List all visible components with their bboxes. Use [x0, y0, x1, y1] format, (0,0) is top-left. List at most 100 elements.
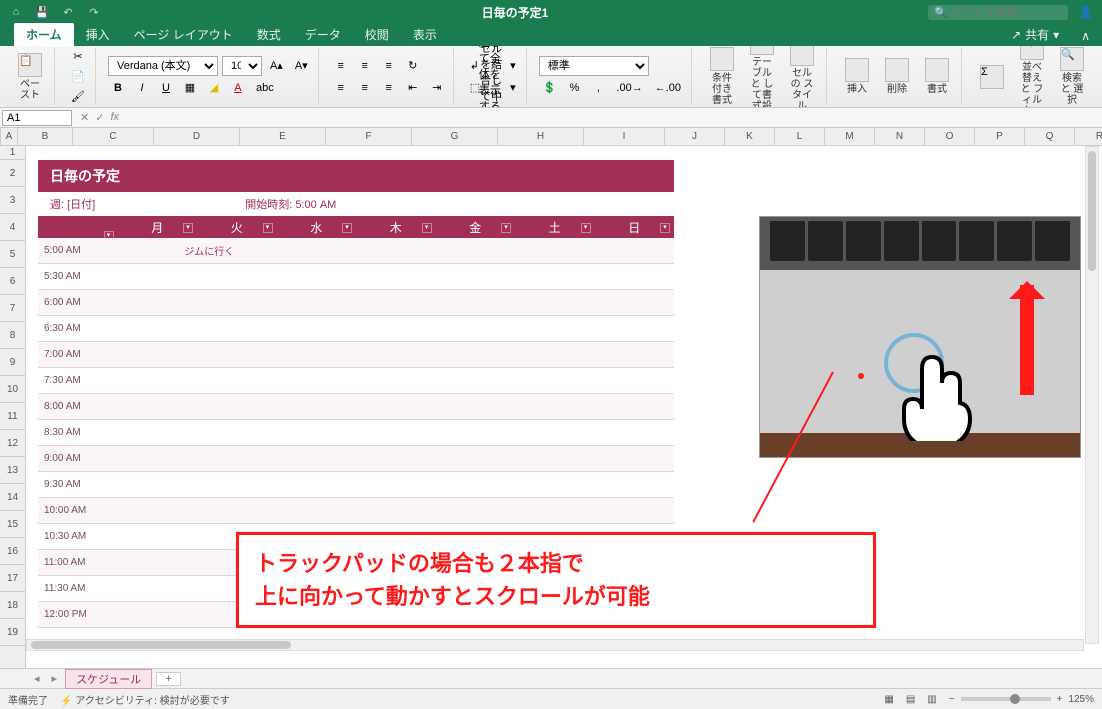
zoom-value[interactable]: 125%: [1068, 694, 1094, 705]
tab-home[interactable]: ホーム: [14, 23, 74, 46]
increase-font-icon[interactable]: A▴: [266, 56, 287, 76]
home-icon[interactable]: ⌂: [8, 4, 24, 20]
schedule-row[interactable]: 6:00 AM: [38, 290, 674, 316]
accessibility-status[interactable]: ⚡ アクセシビリティ: 検討が必要です: [60, 692, 230, 707]
align-left-icon[interactable]: ≡: [331, 78, 351, 98]
font-name-select[interactable]: Verdana (本文): [108, 56, 218, 76]
col-header-K[interactable]: K: [725, 128, 775, 145]
row-header-9[interactable]: 9: [0, 349, 25, 376]
sort-filter-button[interactable]: A↓並べ替えと フィルター: [1014, 46, 1050, 108]
day-header[interactable]: 土▾: [515, 219, 595, 236]
filter-dropdown-icon[interactable]: ▾: [660, 223, 670, 233]
tab-formulas[interactable]: 数式: [245, 23, 293, 46]
tab-view[interactable]: 表示: [401, 23, 449, 46]
row-header-11[interactable]: 11: [0, 403, 25, 430]
col-header-B[interactable]: B: [18, 128, 73, 145]
comma-icon[interactable]: ,: [588, 78, 608, 98]
sheet-nav-next-icon[interactable]: ▸: [48, 672, 62, 685]
view-page-break-icon[interactable]: ▥: [927, 694, 936, 705]
row-header-12[interactable]: 12: [0, 430, 25, 457]
row-header-10[interactable]: 10: [0, 376, 25, 403]
schedule-cell[interactable]: ジムに行く: [180, 243, 262, 258]
dec-decimal-icon[interactable]: ←.00: [651, 78, 685, 98]
row-header-5[interactable]: 5: [0, 241, 25, 268]
col-header-L[interactable]: L: [775, 128, 825, 145]
align-right-icon[interactable]: ≡: [379, 78, 399, 98]
zoom-in-icon[interactable]: +: [1057, 694, 1063, 705]
zoom-slider[interactable]: [961, 697, 1051, 701]
day-header[interactable]: 金▾: [436, 219, 516, 236]
row-header-17[interactable]: 17: [0, 565, 25, 592]
phonetic-icon[interactable]: abc: [252, 78, 278, 98]
schedule-row[interactable]: 6:30 AM: [38, 316, 674, 342]
tab-review[interactable]: 校閲: [353, 23, 401, 46]
row-header-14[interactable]: 14: [0, 484, 25, 511]
align-top-icon[interactable]: ≡: [331, 56, 351, 76]
row-header-18[interactable]: 18: [0, 592, 25, 619]
row-header-3[interactable]: 3: [0, 187, 25, 214]
view-normal-icon[interactable]: ▦: [884, 694, 893, 705]
currency-icon[interactable]: 💲: [539, 78, 561, 98]
vertical-scrollbar[interactable]: [1085, 146, 1099, 644]
sheet-search-input[interactable]: [952, 6, 1062, 18]
col-header-H[interactable]: H: [498, 128, 584, 145]
delete-cells-button[interactable]: 削除: [879, 56, 915, 97]
merge-center-button[interactable]: ⬚ セルを結合して中央揃え ▾: [466, 78, 520, 98]
inc-decimal-icon[interactable]: .00→: [612, 78, 646, 98]
cancel-fx-icon[interactable]: ✕: [80, 111, 89, 124]
sheet-nav-prev-icon[interactable]: ◂: [30, 672, 44, 685]
col-header-O[interactable]: O: [925, 128, 975, 145]
schedule-row[interactable]: 7:30 AM: [38, 368, 674, 394]
filter-dropdown-icon[interactable]: ▾: [183, 223, 193, 233]
decrease-font-icon[interactable]: A▾: [291, 56, 312, 76]
autosum-button[interactable]: Σ: [974, 63, 1010, 91]
col-header-I[interactable]: I: [584, 128, 665, 145]
day-header[interactable]: 日▾: [595, 219, 675, 236]
bold-button[interactable]: B: [108, 78, 128, 98]
font-size-select[interactable]: 10: [222, 56, 262, 76]
h-scroll-thumb[interactable]: [31, 641, 291, 649]
row-header-7[interactable]: 7: [0, 295, 25, 322]
paste-button[interactable]: 📋 ペースト: [12, 51, 48, 103]
col-header-F[interactable]: F: [326, 128, 412, 145]
schedule-row[interactable]: 5:00 AMジムに行く: [38, 238, 674, 264]
insert-cells-button[interactable]: 挿入: [839, 56, 875, 97]
align-middle-icon[interactable]: ≡: [355, 56, 375, 76]
filter-dropdown-icon[interactable]: ▾: [104, 231, 114, 241]
align-bottom-icon[interactable]: ≡: [379, 56, 399, 76]
indent-inc-icon[interactable]: ⇥: [427, 78, 447, 98]
col-header-A[interactable]: A: [1, 128, 18, 145]
user-icon[interactable]: 👤: [1078, 4, 1094, 20]
schedule-row[interactable]: 10:00 AM: [38, 498, 674, 524]
col-header-P[interactable]: P: [975, 128, 1025, 145]
col-header-Q[interactable]: Q: [1025, 128, 1075, 145]
enter-fx-icon[interactable]: ✓: [95, 111, 104, 124]
col-header-E[interactable]: E: [240, 128, 326, 145]
align-center-icon[interactable]: ≡: [355, 78, 375, 98]
horizontal-scrollbar[interactable]: [26, 639, 1084, 651]
row-header-1[interactable]: 1: [0, 146, 25, 160]
save-icon[interactable]: 💾: [34, 4, 50, 20]
col-header-R[interactable]: R: [1075, 128, 1102, 145]
schedule-row[interactable]: 9:30 AM: [38, 472, 674, 498]
sheet-search[interactable]: 🔍: [928, 5, 1068, 20]
undo-icon[interactable]: ↶: [60, 4, 76, 20]
tab-layout[interactable]: ページ レイアウト: [122, 23, 245, 46]
add-sheet-button[interactable]: +: [156, 672, 180, 686]
col-header-C[interactable]: C: [73, 128, 154, 145]
row-header-19[interactable]: 19: [0, 619, 25, 646]
v-scroll-thumb[interactable]: [1088, 151, 1096, 271]
format-as-table-button[interactable]: テーブルと して書式設定: [744, 46, 780, 108]
schedule-row[interactable]: 8:00 AM: [38, 394, 674, 420]
day-header[interactable]: 木▾: [356, 219, 436, 236]
format-cells-button[interactable]: 書式: [919, 56, 955, 97]
day-header[interactable]: 水▾: [277, 219, 357, 236]
underline-button[interactable]: U: [156, 78, 176, 98]
fx-icon[interactable]: fx: [110, 111, 119, 124]
cell-styles-button[interactable]: セルの スタイル: [784, 46, 820, 108]
redo-icon[interactable]: ↷: [86, 4, 102, 20]
view-page-layout-icon[interactable]: ▤: [906, 694, 915, 705]
filter-dropdown-icon[interactable]: ▾: [581, 223, 591, 233]
zoom-out-icon[interactable]: −: [949, 694, 955, 705]
cut-icon[interactable]: ✂: [67, 48, 89, 66]
